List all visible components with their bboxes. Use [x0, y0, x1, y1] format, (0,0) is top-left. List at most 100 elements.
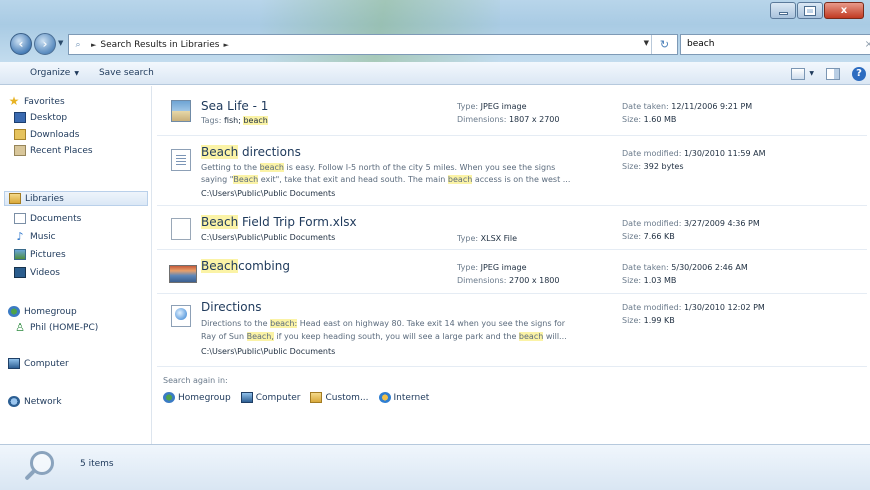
user-icon: ♙ — [15, 321, 25, 334]
change-view-icon[interactable] — [791, 67, 806, 80]
minimize-button[interactable] — [770, 2, 796, 19]
search-input[interactable]: beach × — [680, 34, 870, 55]
computer-icon — [240, 392, 253, 403]
pictures-icon — [14, 249, 26, 260]
organize-menu[interactable]: Organize ▼ — [0, 68, 89, 78]
folder-icon — [310, 392, 323, 403]
result-title[interactable]: Sea Life - 1 — [201, 99, 268, 113]
sidebar-item-libraries[interactable]: Libraries — [4, 191, 148, 206]
result-size: Size: 1.03 MB — [622, 276, 677, 285]
result-dimensions: Dimensions: 1807 x 2700 — [457, 115, 560, 124]
result-dimensions: Dimensions: 2700 x 1800 — [457, 276, 560, 285]
maximize-icon — [804, 5, 816, 16]
result-size: Size: 392 bytes — [622, 162, 684, 171]
preview-pane-icon[interactable] — [826, 67, 840, 80]
sidebar-item-documents[interactable]: Documents — [14, 211, 81, 226]
result-title[interactable]: Directions — [201, 300, 261, 314]
sidebar-item-label: Documents — [30, 213, 82, 224]
sidebar-item-phil-home-pc[interactable]: ♙ Phil (HOME-PC) — [14, 320, 98, 335]
sidebar-item-recent-places[interactable]: Recent Places — [14, 143, 93, 158]
search-again-links: Homegroup Computer Custom... Internet — [163, 392, 439, 403]
sidebar-item-favorites[interactable]: ★ Favorites — [8, 94, 65, 109]
sidebar-item-desktop[interactable]: Desktop — [14, 110, 67, 125]
result-date: Date taken: 5/30/2006 2:46 AM — [622, 263, 748, 272]
breadcrumb-location[interactable]: Search Results in Libraries — [100, 40, 219, 50]
result-type: Type: XLSX File — [457, 234, 518, 243]
search-query[interactable]: beach — [687, 39, 714, 49]
sidebar-item-label: Recent Places — [30, 145, 93, 156]
result-row[interactable]: Beach directions Getting to the beach is… — [157, 139, 867, 206]
back-arrow-icon: ‹ — [18, 37, 24, 51]
link-label: Internet — [393, 392, 430, 403]
text-document-icon — [171, 149, 191, 171]
search-again-custom[interactable]: Custom... — [310, 392, 369, 403]
window-controls: x — [769, 2, 864, 19]
search-again-computer[interactable]: Computer — [240, 392, 300, 403]
recent-pages-dropdown[interactable]: ▼ — [58, 39, 63, 47]
videos-icon — [14, 267, 26, 278]
result-row[interactable]: Directions Directions to the beach: Head… — [157, 297, 867, 367]
result-type: Type: JPEG image — [457, 102, 527, 111]
recent-places-icon — [14, 145, 26, 156]
result-row[interactable]: Beachcombing Type: JPEG image Dimensions… — [157, 253, 867, 294]
network-icon — [8, 396, 20, 407]
image-thumbnail-icon — [171, 100, 191, 122]
result-snippet-line: Directions to the beach: Head east on hi… — [201, 319, 566, 328]
save-search-button[interactable]: Save search — [89, 68, 164, 78]
help-icon[interactable]: ? — [852, 66, 866, 81]
sidebar-item-downloads[interactable]: Downloads — [14, 127, 79, 142]
homegroup-icon — [8, 306, 20, 317]
clear-search-icon[interactable]: × — [865, 35, 870, 54]
sidebar-item-label: Downloads — [30, 129, 80, 140]
sidebar-item-label: Network — [24, 396, 62, 407]
view-options-dropdown-icon[interactable]: ▼ — [809, 70, 814, 77]
result-row[interactable]: Beach Field Trip Form.xlsx C:\Users\Publ… — [157, 209, 867, 250]
address-bar[interactable]: ⌕ ► Search Results in Libraries ► ▼ ↻ — [68, 34, 678, 55]
sidebar-item-label: Favorites — [24, 96, 65, 107]
sidebar-item-computer[interactable]: Computer — [8, 356, 69, 371]
sidebar-item-label: Desktop — [30, 112, 68, 123]
refresh-icon[interactable]: ↻ — [651, 35, 677, 54]
result-title[interactable]: Beachcombing — [201, 259, 290, 273]
sidebar-item-label: Videos — [30, 267, 60, 278]
search-again-internet[interactable]: Internet — [378, 392, 430, 403]
search-icon — [22, 451, 58, 487]
sidebar-item-homegroup[interactable]: Homegroup — [8, 304, 77, 319]
sidebar-item-network[interactable]: Network — [8, 394, 62, 409]
result-title[interactable]: Beach Field Trip Form.xlsx — [201, 215, 357, 229]
result-type: Type: JPEG image — [457, 263, 527, 272]
downloads-icon — [14, 129, 26, 140]
desktop-icon — [14, 112, 26, 123]
result-title[interactable]: Beach directions — [201, 145, 301, 159]
search-icon: ⌕ — [75, 39, 81, 50]
sidebar-item-label: Phil (HOME-PC) — [30, 322, 99, 333]
chevron-down-icon: ▼ — [74, 70, 79, 77]
back-button[interactable]: ‹ — [10, 33, 32, 55]
maximize-button[interactable] — [797, 2, 823, 19]
search-again-homegroup[interactable]: Homegroup — [163, 392, 231, 403]
result-date: Date modified: 3/27/2009 4:36 PM — [622, 219, 760, 228]
result-path: C:\Users\Public\Public Documents — [201, 347, 336, 356]
sidebar-item-music[interactable]: ♪ Music — [14, 229, 55, 244]
result-size: Size: 1.60 MB — [622, 115, 677, 124]
navigation-bar: ‹ › ▼ ⌕ ► Search Results in Libraries ► … — [8, 33, 870, 59]
file-icon — [171, 218, 191, 240]
result-row[interactable]: Sea Life - 1 Tags: fish; beach Type: JPE… — [157, 86, 867, 136]
navigation-pane: ★ Favorites Desktop Downloads Recent Pla… — [0, 86, 152, 444]
command-bar: Organize ▼ Save search ▼ ? — [0, 62, 870, 85]
forward-button[interactable]: › — [34, 33, 56, 55]
breadcrumb-arrow-icon[interactable]: ► — [223, 41, 228, 49]
sidebar-item-label: Computer — [24, 358, 69, 369]
result-tags: Tags: fish; beach — [201, 116, 268, 125]
details-pane: 5 items — [0, 444, 870, 490]
address-dropdown-icon[interactable]: ▼ — [644, 39, 649, 47]
breadcrumb-arrow-icon[interactable]: ► — [91, 41, 96, 49]
link-label: Homegroup — [178, 392, 231, 403]
search-results-pane: Sea Life - 1 Tags: fish; beach Type: JPE… — [153, 86, 870, 444]
title-bar: x ‹ › ▼ ⌕ ► Search Results in Libraries … — [0, 0, 870, 62]
sidebar-item-pictures[interactable]: Pictures — [14, 247, 66, 262]
close-button[interactable]: x — [824, 2, 864, 19]
music-icon: ♪ — [16, 230, 24, 243]
sidebar-item-videos[interactable]: Videos — [14, 265, 60, 280]
sidebar-item-label: Libraries — [25, 193, 64, 204]
